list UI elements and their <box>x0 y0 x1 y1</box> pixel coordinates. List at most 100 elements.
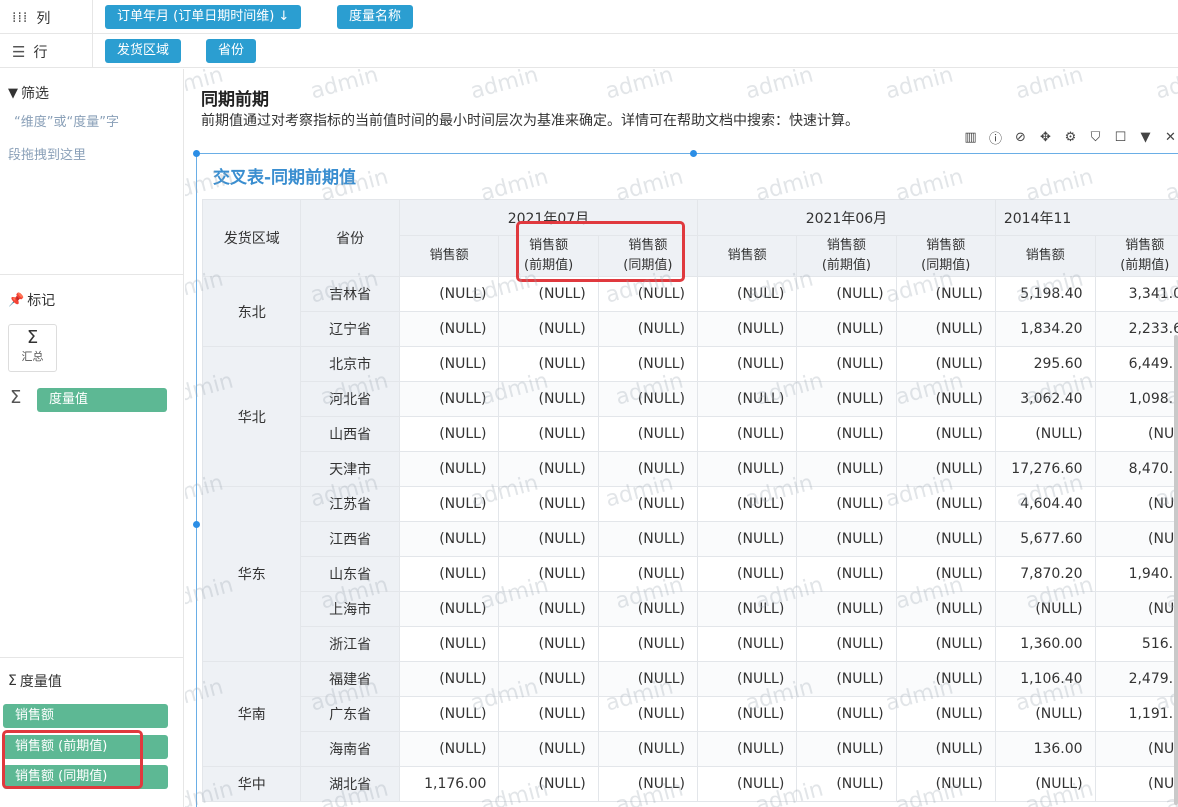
header-province[interactable]: 省份 <box>300 199 400 277</box>
crosstab-widget[interactable]: 交叉表-同期前期值 发货区域 省份 2021年07月 2021年06月 2014… <box>193 150 1178 807</box>
value-cell[interactable]: (NULL) <box>796 766 897 802</box>
province-cell[interactable]: 辽宁省 <box>300 311 400 347</box>
value-cell[interactable]: (NULL) <box>895 381 996 417</box>
value-cell[interactable]: (NULL) <box>796 556 897 592</box>
value-cell[interactable]: (NULL) <box>597 451 699 487</box>
value-cell[interactable]: (NULL) <box>597 346 699 382</box>
value-cell[interactable]: (NULL) <box>895 661 996 697</box>
province-cell[interactable]: 福建省 <box>300 661 400 697</box>
province-cell[interactable]: 北京市 <box>300 346 400 382</box>
value-cell[interactable]: 7,870.20 <box>994 556 1096 592</box>
value-cell[interactable]: (NULL) <box>796 696 897 732</box>
info-icon[interactable]: ⓘ <box>986 128 1005 147</box>
value-cell[interactable]: (NUL <box>1094 486 1178 522</box>
province-cell[interactable]: 浙江省 <box>300 626 400 662</box>
value-cell[interactable]: (NUL <box>1094 766 1178 802</box>
value-cell[interactable]: (NULL) <box>895 276 996 312</box>
filter-drop-hint-2[interactable]: 段拖拽到这里 <box>8 139 86 172</box>
region-cell[interactable]: 华东 <box>201 486 302 662</box>
column-pill-order-month[interactable]: 订单年月 (订单日期时间维) ↓ <box>105 5 302 29</box>
value-cell[interactable]: (NULL) <box>895 731 996 767</box>
value-cell[interactable]: (NULL) <box>796 731 897 767</box>
value-cell[interactable]: (NULL) <box>498 556 599 592</box>
value-cell[interactable]: (NULL) <box>796 451 897 487</box>
value-cell[interactable]: (NULL) <box>597 696 699 732</box>
header-measure[interactable]: 销售额 (前期值) <box>796 235 897 277</box>
province-cell[interactable]: 湖北省 <box>300 766 400 802</box>
value-cell[interactable]: (NULL) <box>895 486 996 522</box>
value-cell[interactable]: (NULL) <box>895 416 996 452</box>
header-measure[interactable]: 销售额 <box>697 235 798 277</box>
value-cell[interactable]: (NULL) <box>796 486 897 522</box>
value-cell[interactable]: (NULL) <box>697 696 798 732</box>
value-cell[interactable]: (NULL) <box>597 416 699 452</box>
value-cell[interactable]: (NULL) <box>597 381 699 417</box>
value-cell[interactable]: 2,233.6 <box>1094 311 1178 347</box>
value-cell[interactable]: 5,677.60 <box>994 521 1096 557</box>
row-pill-region[interactable]: 发货区域 <box>105 39 182 63</box>
value-cell[interactable]: (NULL) <box>796 661 897 697</box>
value-cell[interactable]: (NULL) <box>398 591 500 627</box>
value-cell[interactable]: (NULL) <box>994 766 1096 802</box>
province-cell[interactable]: 山东省 <box>300 556 400 592</box>
value-cell[interactable]: 1,360.00 <box>994 626 1096 662</box>
value-cell[interactable]: (NULL) <box>697 766 798 802</box>
value-cell[interactable]: (NULL) <box>597 556 699 592</box>
maximize-icon[interactable]: ☐ <box>1111 130 1130 145</box>
value-cell[interactable]: (NULL) <box>895 451 996 487</box>
value-cell[interactable]: 17,276.60 <box>994 451 1096 487</box>
value-cell[interactable]: (NULL) <box>697 451 798 487</box>
value-cell[interactable]: 1,176.00 <box>398 766 500 802</box>
chart-type-icon[interactable]: ▥ <box>961 130 980 145</box>
value-cell[interactable]: 1,098.9 <box>1094 381 1178 417</box>
value-cell[interactable]: (NULL) <box>498 731 599 767</box>
header-measure[interactable]: 销售额 <box>994 235 1096 277</box>
header-region[interactable]: 发货区域 <box>201 199 302 277</box>
value-cell[interactable]: 5,198.40 <box>994 276 1096 312</box>
value-cell[interactable]: (NULL) <box>398 661 500 697</box>
rows-shelf[interactable]: ☰ 行 发货区域 省份 <box>0 34 1178 68</box>
value-cell[interactable]: (NUL <box>1094 416 1178 452</box>
measure-pill-sales[interactable]: 销售额 <box>3 704 168 728</box>
value-cell[interactable]: (NULL) <box>697 416 798 452</box>
value-cell[interactable]: (NULL) <box>498 696 599 732</box>
value-cell[interactable]: (NULL) <box>796 276 897 312</box>
value-cell[interactable]: 1,106.40 <box>994 661 1096 697</box>
value-cell[interactable]: (NULL) <box>398 346 500 382</box>
province-cell[interactable]: 江西省 <box>300 521 400 557</box>
value-cell[interactable]: (NULL) <box>697 486 798 522</box>
value-cell[interactable]: (NULL) <box>796 346 897 382</box>
value-cell[interactable]: (NULL) <box>796 521 897 557</box>
value-cell[interactable]: (NUL <box>1094 591 1178 627</box>
province-cell[interactable]: 上海市 <box>300 591 400 627</box>
value-cell[interactable]: (NULL) <box>895 346 996 382</box>
value-cell[interactable]: (NULL) <box>697 731 798 767</box>
region-cell[interactable]: 东北 <box>201 276 302 347</box>
value-cell[interactable]: (NULL) <box>697 381 798 417</box>
value-cell[interactable]: 2,479.0 <box>1094 661 1178 697</box>
province-cell[interactable]: 山西省 <box>300 416 400 452</box>
columns-shelf[interactable]: ⁞⁞⁞ 列 订单年月 (订单日期时间维) ↓ 度量名称 <box>0 0 1178 34</box>
province-cell[interactable]: 河北省 <box>300 381 400 417</box>
header-measure[interactable]: 销售额 <box>398 235 500 277</box>
value-cell[interactable]: (NULL) <box>895 696 996 732</box>
value-cell[interactable]: (NULL) <box>597 661 699 697</box>
sum-mark-button[interactable]: Σ 汇总 <box>8 324 57 372</box>
value-cell[interactable]: (NULL) <box>597 766 699 802</box>
header-period[interactable]: 2021年06月 <box>697 199 996 236</box>
column-pill-measure-name[interactable]: 度量名称 <box>337 5 414 29</box>
row-pill-province[interactable]: 省份 <box>206 39 257 63</box>
region-cell[interactable]: 华中 <box>201 766 302 802</box>
value-cell[interactable]: (NULL) <box>398 696 500 732</box>
move-icon[interactable]: ✥ <box>1036 130 1055 145</box>
value-cell[interactable]: 1,834.20 <box>994 311 1096 347</box>
measure-value-pill[interactable]: 度量值 <box>37 388 167 412</box>
value-cell[interactable]: (NULL) <box>895 591 996 627</box>
value-cell[interactable]: (NULL) <box>597 731 699 767</box>
value-cell[interactable]: (NULL) <box>697 626 798 662</box>
value-cell[interactable]: (NULL) <box>895 311 996 347</box>
value-cell[interactable]: (NULL) <box>498 521 599 557</box>
province-cell[interactable]: 江苏省 <box>300 486 400 522</box>
value-cell[interactable]: (NULL) <box>398 731 500 767</box>
value-cell[interactable]: (NULL) <box>796 591 897 627</box>
